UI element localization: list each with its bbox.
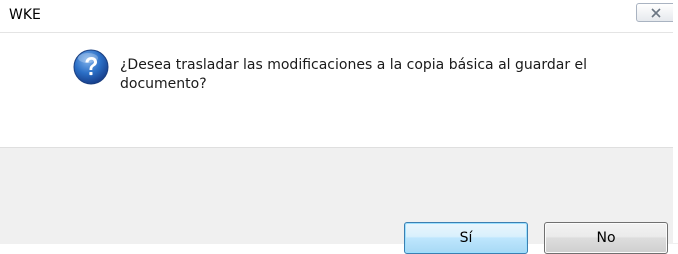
title-bar[interactable]: WKE xyxy=(0,0,678,32)
yes-button-label: Sí xyxy=(459,230,473,246)
close-icon xyxy=(650,7,662,18)
question-icon xyxy=(73,49,109,85)
dialog-window: WKE ¿Desea trasladar las modificaciones … xyxy=(0,0,678,254)
no-button[interactable]: No xyxy=(544,222,668,254)
close-button[interactable] xyxy=(636,3,676,22)
yes-button[interactable]: Sí xyxy=(404,222,528,254)
no-button-label: No xyxy=(596,230,616,246)
dialog-message: ¿Desea trasladar las modificaciones a la… xyxy=(120,57,588,92)
window-title: WKE xyxy=(9,7,41,23)
window-edge xyxy=(673,0,678,243)
